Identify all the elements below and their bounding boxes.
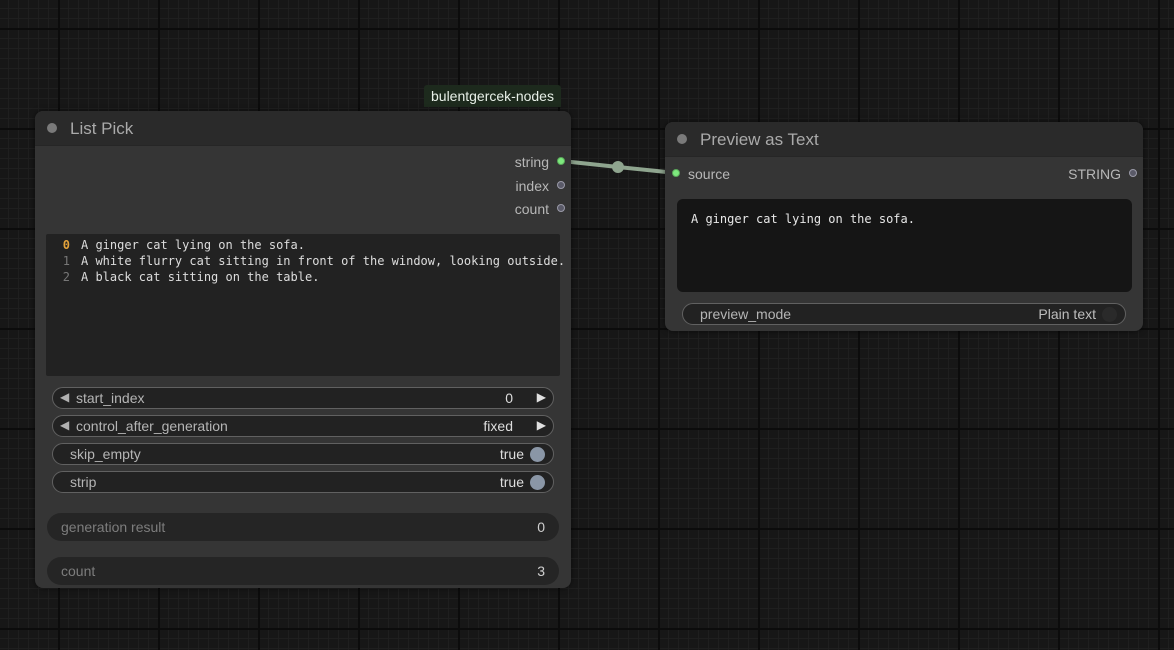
decrement-arrow-icon[interactable]: ◀ [60,418,69,432]
widget-value: true [499,446,524,462]
widget-value: 0 [505,390,513,406]
output-label-string: string [514,154,549,170]
node-title-bar[interactable]: Preview as Text [665,122,1143,157]
increment-arrow-icon[interactable]: ▶ [537,390,546,404]
count-display: count 3 [47,557,559,585]
line-number: 0 [62,238,70,252]
node-title-bar[interactable]: List Pick [35,111,571,146]
input-slot-source[interactable] [672,169,680,177]
node-title: Preview as Text [700,130,819,149]
widget-value: fixed [483,418,513,434]
strip-toggle[interactable]: strip true [52,471,554,493]
input-label-source: source [688,166,731,182]
readonly-value: 0 [537,519,545,535]
line-number: 2 [62,270,70,284]
output-slot-index[interactable] [557,181,565,189]
widget-label: strip [70,474,97,490]
skip-empty-toggle[interactable]: skip_empty true [52,443,554,465]
toggle-indicator-icon[interactable] [530,447,545,462]
preview-as-text-node[interactable]: Preview as Text source STRING A ginger c… [665,122,1143,331]
widget-label: preview_mode [700,306,792,322]
output-label-count: count [514,201,549,217]
preview-mode-toggle[interactable]: preview_mode Plain text [682,303,1126,325]
preview-text: A ginger cat lying on the sofa. [691,212,915,226]
node-graph-canvas[interactable]: bulentgercek-nodes List Pick string inde… [0,0,1174,650]
list-line: A black cat sitting on the table. [81,270,320,284]
list-text-editor[interactable]: 0 A ginger cat lying on the sofa. 1 A wh… [46,234,565,376]
collapse-dot-icon[interactable] [47,123,57,133]
line-number: 1 [62,254,70,268]
output-slot-string[interactable] [1129,169,1137,177]
readonly-label: count [61,563,96,579]
widget-value: Plain text [1038,306,1096,322]
decrement-arrow-icon[interactable]: ◀ [60,390,69,404]
toggle-indicator-icon[interactable] [530,475,545,490]
list-line: A white flurry cat sitting in front of t… [81,254,566,268]
output-slot-count[interactable] [557,204,565,212]
output-label-index: index [515,178,549,194]
generation-result-display: generation result 0 [47,513,559,541]
output-label-string: STRING [1068,166,1121,182]
increment-arrow-icon[interactable]: ▶ [537,418,546,432]
toggle-indicator-icon[interactable] [1102,307,1117,322]
control-after-generation-widget[interactable]: ◀ control_after_generation fixed ▶ [52,415,554,437]
start-index-widget[interactable]: ◀ start_index 0 ▶ [52,387,554,409]
widget-label: skip_empty [70,446,141,462]
widget-label: control_after_generation [76,418,228,434]
readonly-value: 3 [537,563,545,579]
widget-label: start_index [76,390,145,406]
output-slot-string[interactable] [557,157,565,165]
link-midpoint-handle [612,161,624,173]
widget-value: true [499,474,524,490]
list-line: A ginger cat lying on the sofa. [81,238,305,252]
collapse-dot-icon[interactable] [677,134,687,144]
node-source-tag: bulentgercek-nodes [424,85,561,107]
readonly-label: generation result [61,519,166,535]
node-title: List Pick [70,119,134,138]
list-pick-node[interactable]: List Pick string index count 0 A ginger … [35,111,571,588]
preview-text-box[interactable]: A ginger cat lying on the sofa. [677,199,1132,292]
